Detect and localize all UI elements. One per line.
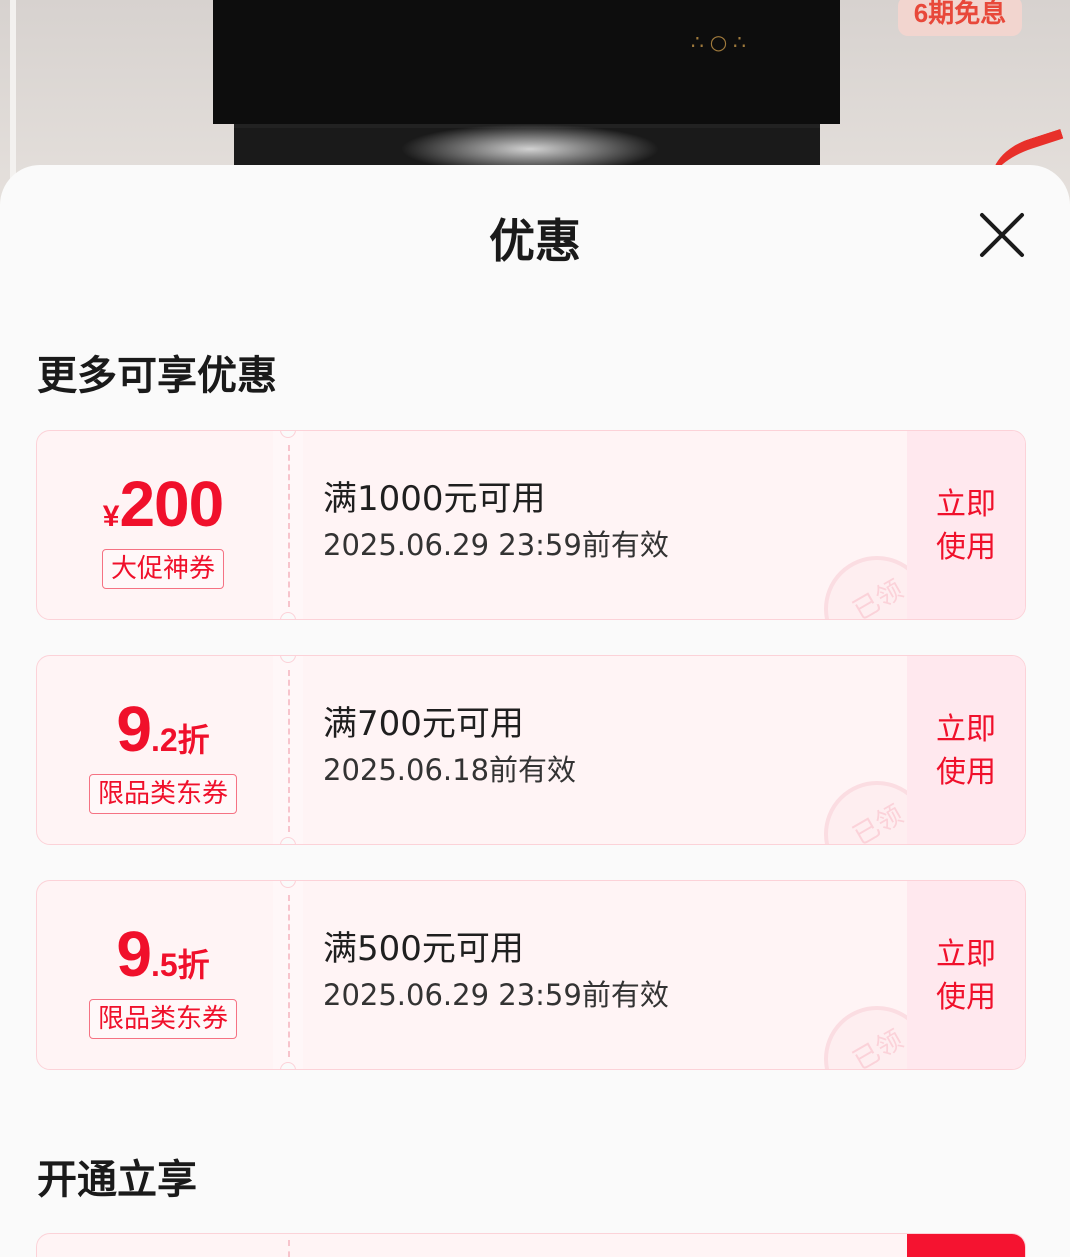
coupon-dashed-line bbox=[288, 445, 290, 607]
range-hood-body: ∴○∴ bbox=[213, 0, 840, 124]
coupon-value-area: ¥200 大促神券 bbox=[37, 431, 289, 619]
coupon-condition: 满700元可用 bbox=[323, 704, 524, 744]
use-now-button[interactable]: 立即 使用 bbox=[907, 431, 1025, 619]
claimed-stamp-text: 已领 bbox=[848, 799, 909, 845]
close-button[interactable] bbox=[976, 209, 1028, 261]
use-now-button[interactable]: 立即 使用 bbox=[907, 656, 1025, 844]
discount-sheet: 优惠 更多可享优惠 ¥200 大促神券 满1000元可用 2025.06.29 bbox=[0, 165, 1070, 1257]
coupon-validity: 2025.06.18前有效 bbox=[323, 753, 577, 787]
coupon-discount-decimal: .2折 bbox=[150, 722, 210, 758]
coupon-type-tag: 限品类东券 bbox=[88, 774, 238, 814]
coupon-details: 满1000元可用 2025.06.29 23:59前有效 bbox=[323, 475, 669, 567]
use-now-label-line1: 立即 bbox=[936, 487, 996, 522]
use-now-label-line2: 使用 bbox=[936, 980, 996, 1015]
coupon-condition: 满1000元可用 bbox=[323, 479, 546, 519]
coupon-condition: 满500元可用 bbox=[323, 929, 524, 969]
use-now-button[interactable]: 立即 使用 bbox=[907, 881, 1025, 1069]
use-now-label-line1: 立即 bbox=[936, 937, 996, 972]
section-title-more-discounts: 更多可享优惠 bbox=[37, 353, 277, 399]
coupon-value-area: 9.2折 限品类东券 bbox=[37, 656, 289, 844]
section-title-activate: 开通立享 bbox=[37, 1157, 197, 1203]
hood-controls: ∴○∴ bbox=[691, 30, 752, 54]
coupon-discount-integer: 9 bbox=[116, 918, 152, 990]
coupon-details: 满700元可用 2025.06.18前有效 bbox=[323, 700, 576, 792]
use-now-label-line2: 使用 bbox=[936, 755, 996, 790]
coupon-dashed-line bbox=[288, 895, 290, 1057]
coupon-card[interactable]: 9.5折 限品类东券 满500元可用 2025.06.29 23:59前有效 已… bbox=[36, 880, 1026, 1070]
coupon-card[interactable]: 9.2折 限品类东券 满700元可用 2025.06.18前有效 已领 立即 使… bbox=[36, 655, 1026, 845]
coupon-type-tag: 大促神券 bbox=[101, 549, 225, 589]
coupon-amount-value: 200 bbox=[119, 468, 224, 540]
coupon-amount: ¥200 bbox=[37, 467, 289, 541]
coupon-dashed-line bbox=[288, 1240, 290, 1257]
coupon-validity: 2025.06.29 23:59前有效 bbox=[323, 528, 669, 562]
claimed-stamp-text: 已领 bbox=[848, 1024, 909, 1070]
coupon-dashed-line bbox=[288, 670, 290, 832]
claimed-stamp-text: 已领 bbox=[848, 574, 909, 620]
use-now-label-line2: 使用 bbox=[936, 530, 996, 565]
coupon-discount-decimal: .5折 bbox=[150, 947, 210, 983]
coupon-card[interactable]: ¥200 大促神券 满1000元可用 2025.06.29 23:59前有效 已… bbox=[36, 430, 1026, 620]
currency-symbol: ¥ bbox=[102, 500, 120, 533]
coupon-sheet-screen: ∴○∴ 6期免息 优惠 更多可享优惠 ¥200 大促神券 满1000元可用 20… bbox=[0, 0, 1070, 1257]
use-now-label-line1: 立即 bbox=[936, 712, 996, 747]
sheet-title: 优惠 bbox=[489, 214, 581, 268]
coupon-amount: 9.2折 bbox=[37, 692, 289, 766]
coupon-value-area: 9.5折 限品类东券 bbox=[37, 881, 289, 1069]
coupon-type-tag: 限品类东券 bbox=[88, 999, 238, 1039]
coupon-details: 满500元可用 2025.06.29 23:59前有效 bbox=[323, 925, 669, 1017]
close-icon bbox=[980, 213, 1024, 257]
activate-button-partial[interactable] bbox=[907, 1234, 1025, 1257]
coupon-validity: 2025.06.29 23:59前有效 bbox=[323, 978, 669, 1012]
coupon-discount-integer: 9 bbox=[116, 693, 152, 765]
membership-card-partial[interactable] bbox=[36, 1233, 1026, 1257]
coupon-amount: 9.5折 bbox=[37, 917, 289, 991]
installment-badge: 6期免息 bbox=[898, 0, 1022, 36]
